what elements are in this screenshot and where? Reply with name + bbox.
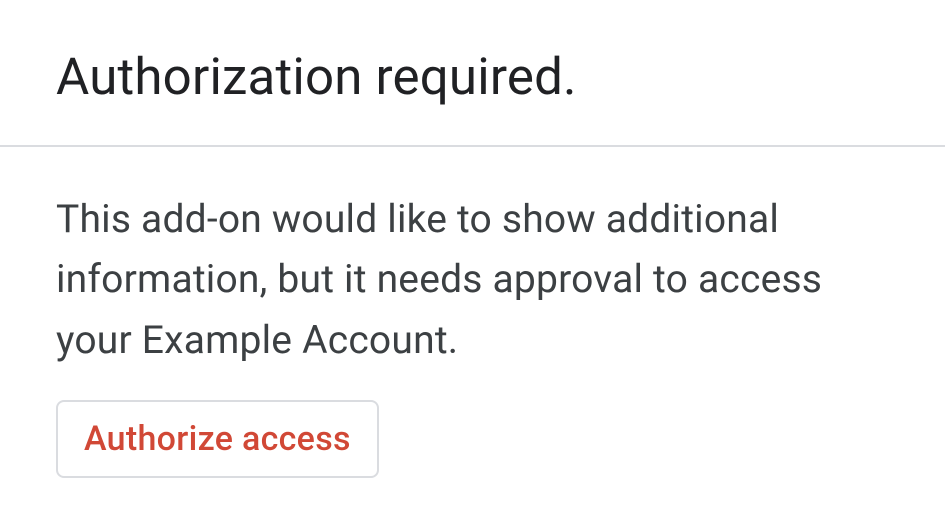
page-title: Authorization required. bbox=[56, 48, 889, 107]
header: Authorization required. bbox=[0, 0, 945, 145]
description-text: This add-on would like to show additiona… bbox=[56, 189, 876, 370]
content-area: This add-on would like to show additiona… bbox=[0, 147, 945, 478]
authorize-access-button[interactable]: Authorize access bbox=[56, 400, 379, 478]
